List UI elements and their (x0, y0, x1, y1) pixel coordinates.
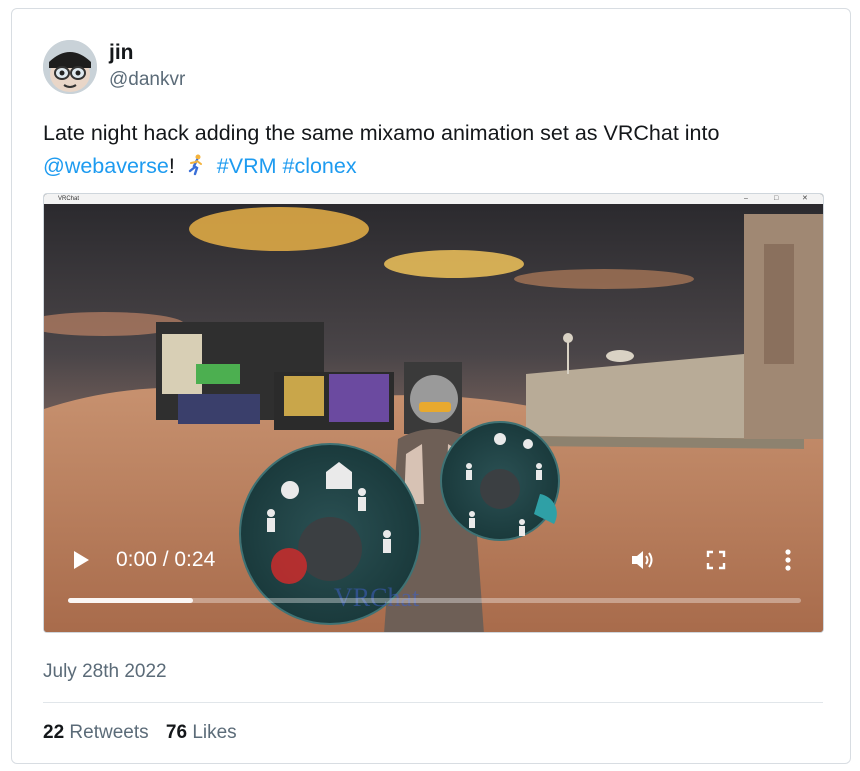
window-titlebar: VRChat – □ ✕ (44, 194, 823, 204)
fullscreen-icon[interactable] (706, 550, 726, 570)
close-icon: ✕ (802, 195, 808, 202)
maximize-icon: □ (774, 195, 779, 202)
likes-count[interactable]: 76 (166, 722, 187, 743)
tweet-exclaim: ! (168, 154, 175, 178)
video-controls: 0:00 / 0:24 (44, 524, 823, 624)
mention-link[interactable]: @webaverse (43, 154, 169, 178)
tweet-card: jin @dankvr Late night hack adding the s… (11, 8, 851, 764)
play-icon[interactable] (72, 550, 90, 570)
more-options-icon[interactable] (784, 548, 792, 572)
minimize-icon: – (744, 195, 748, 202)
divider (43, 702, 823, 703)
engagement-stats: 22 Retweets 76 Likes (43, 722, 237, 744)
tweet-body: Late night hack adding the same mixamo a… (43, 121, 720, 145)
hashtag-clonex[interactable]: #clonex (282, 154, 356, 178)
time-display: 0:00 / 0:24 (116, 548, 216, 571)
author-name[interactable]: jin (109, 41, 134, 65)
progress-bar[interactable] (68, 598, 801, 603)
tweet-text: Late night hack adding the same mixamo a… (43, 117, 823, 183)
hashtag-vrm[interactable]: #VRM (217, 154, 277, 178)
avatar[interactable] (43, 40, 97, 94)
volume-icon[interactable] (630, 548, 656, 572)
tweet-date[interactable]: July 28th 2022 (43, 661, 167, 683)
retweets-count[interactable]: 22 (43, 722, 64, 743)
video-player[interactable]: VRChat – □ ✕ VRChat 0:00 / 0:24 (43, 193, 824, 633)
progress-fill (68, 598, 193, 603)
retweets-label[interactable]: Retweets (69, 722, 148, 743)
author-handle[interactable]: @dankvr (109, 69, 185, 91)
likes-label[interactable]: Likes (192, 722, 236, 743)
person-running-icon (185, 153, 207, 176)
window-title: VRChat (58, 196, 80, 202)
